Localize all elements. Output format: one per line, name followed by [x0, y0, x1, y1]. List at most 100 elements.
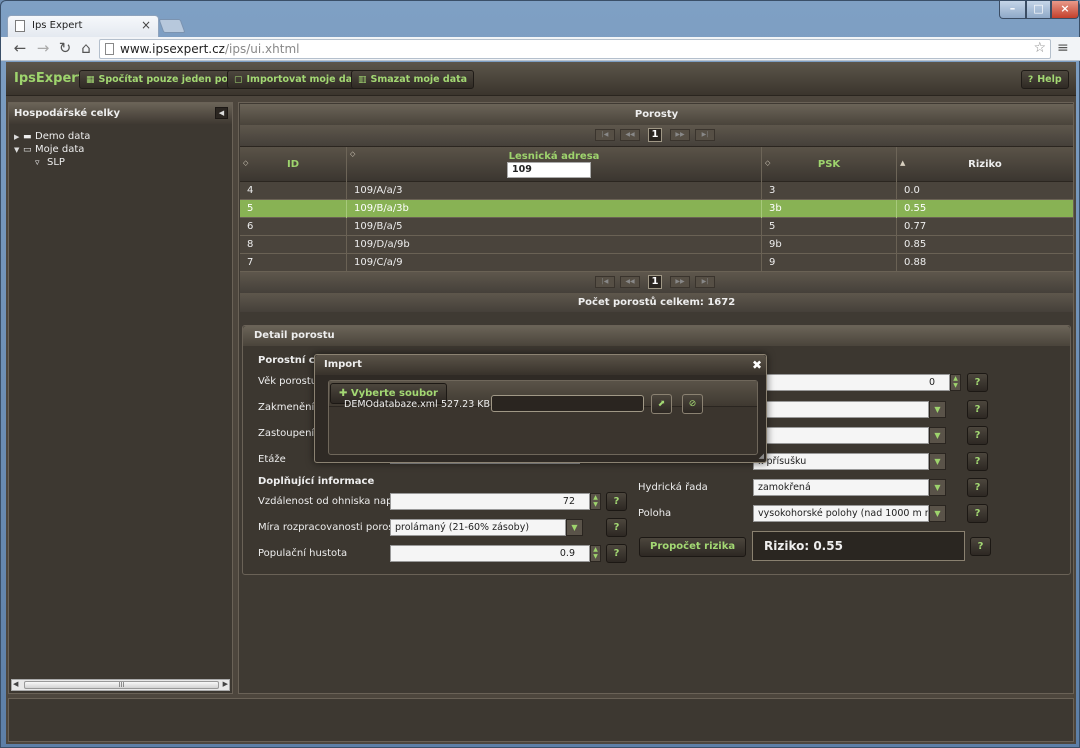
last-page-icon[interactable]: ▶|	[695, 276, 715, 288]
prev-page-icon[interactable]: ◀◀	[620, 276, 640, 288]
tab-title: Ips Expert	[32, 20, 83, 31]
risk-result: Riziko: 0.55	[752, 531, 965, 561]
age-spinner[interactable]: ▲ ▼	[950, 374, 961, 391]
help-button[interactable]: ?	[970, 537, 991, 556]
scroll-left-icon[interactable]: ◀	[13, 680, 18, 688]
hydric-select[interactable]: zamokřená	[753, 479, 929, 496]
reload-icon[interactable]: ↻	[56, 39, 74, 57]
chevron-down-icon[interactable]: ▼	[929, 427, 946, 444]
tree-node-slp[interactable]: ▿ SLP	[14, 156, 232, 169]
table-row[interactable]: 4 109/A/a/3 3 0.0	[240, 182, 1073, 200]
col-address[interactable]: ◇ Lesnická adresa 109	[347, 147, 762, 183]
tree: ▶ ▬ Demo data ▼ ▭ Moje data ▿ SLP	[9, 124, 232, 169]
import-button[interactable]: ▢ Importovat moje data	[227, 70, 371, 89]
stocking-label: Zakmenění	[258, 402, 315, 413]
tree-node-moje[interactable]: ▼ ▭ Moje data	[14, 143, 232, 156]
browser-toolbar: ← → ↻ ⌂ www.ipsexpert.cz/ips/ui.xhtml ☆ …	[1, 37, 1080, 61]
help-button[interactable]: ?	[967, 373, 988, 392]
pager-bottom: |◀ ◀◀ 1 ▶▶ ▶|	[240, 272, 1073, 293]
share-label: Zastoupení	[258, 428, 315, 439]
new-tab-button[interactable]	[158, 19, 186, 33]
trash-icon: ▥	[358, 75, 367, 85]
share-select[interactable]	[753, 427, 929, 444]
bookmark-star-icon[interactable]: ☆	[1033, 40, 1046, 56]
calc-risk-button[interactable]: Propočet rizika	[639, 537, 747, 557]
maximize-button[interactable]: □	[1026, 1, 1051, 19]
table-row[interactable]: 8 109/D/a/9b 9b 0.85	[240, 236, 1073, 254]
help-button[interactable]: ?	[967, 452, 988, 471]
file-size: 527.23 KB	[441, 399, 491, 410]
help-button[interactable]: ?	[967, 504, 988, 523]
close-icon[interactable]: ✖	[752, 355, 762, 375]
table-row[interactable]: 6 109/B/a/5 5 0.77	[240, 218, 1073, 236]
help-button[interactable]: ?	[967, 400, 988, 419]
horizontal-scrollbar[interactable]: ◀ III ▶	[11, 679, 230, 691]
next-page-icon[interactable]: ▶▶	[670, 129, 690, 141]
stage-select[interactable]: k přísušku	[753, 453, 929, 470]
col-psk[interactable]: ◇ PSK	[762, 147, 897, 183]
cancel-icon[interactable]: ⊘	[682, 394, 703, 414]
density-label: Populační hustota	[258, 548, 348, 559]
position-select[interactable]: vysokohorské polohy (nad 1000 m n.m.)	[753, 505, 929, 522]
page-icon	[15, 20, 25, 32]
hydric-label: Hydrická řada	[638, 482, 708, 493]
help-button[interactable]: ? Help	[1021, 70, 1069, 89]
rate-select[interactable]: prolámaný (21-60% zásoby)	[390, 519, 566, 536]
footer-panel	[8, 698, 1074, 742]
help-button[interactable]: ?	[967, 478, 988, 497]
collapse-icon[interactable]: ◀	[215, 107, 228, 119]
folder-open-icon: ▭	[23, 145, 32, 155]
left-panel: Hospodářské celky ◀ ▶ ▬ Demo data ▼ ▭ Moje d…	[8, 102, 233, 694]
help-icon: ?	[1028, 75, 1034, 85]
tree-node-demo[interactable]: ▶ ▬ Demo data	[14, 130, 232, 143]
scroll-thumb[interactable]: III	[24, 681, 219, 689]
help-button[interactable]: ?	[606, 518, 627, 537]
page-number[interactable]: 1	[648, 275, 662, 289]
distance-input[interactable]: 72	[390, 493, 590, 510]
page-number[interactable]: 1	[648, 128, 662, 142]
density-spinner[interactable]: ▲ ▼	[590, 545, 601, 562]
resize-grip-icon[interactable]: ◢	[759, 452, 764, 460]
address-bar[interactable]: www.ipsexpert.cz/ips/ui.xhtml ☆	[99, 39, 1051, 59]
browser-tab[interactable]: Ips Expert ×	[7, 15, 159, 37]
stocking-select[interactable]	[753, 401, 929, 418]
first-page-icon[interactable]: |◀	[595, 129, 615, 141]
pager-top: |◀ ◀◀ 1 ▶▶ ▶|	[240, 125, 1073, 146]
help-button[interactable]: ?	[967, 426, 988, 445]
close-tab-icon[interactable]: ×	[141, 18, 151, 32]
upload-icon[interactable]: ⬈	[651, 394, 672, 414]
home-icon[interactable]: ⌂	[77, 39, 95, 57]
delete-button[interactable]: ▥ Smazat moje data	[351, 70, 475, 89]
file-icon: ▢	[234, 75, 243, 85]
menu-icon[interactable]: ≡	[1057, 40, 1071, 56]
position-label: Poloha	[638, 508, 672, 519]
table-row-selected[interactable]: 5 109/B/a/3b 3b 0.55	[240, 200, 1073, 218]
chevron-down-icon[interactable]: ▼	[929, 453, 946, 470]
scroll-right-icon[interactable]: ▶	[223, 680, 228, 688]
back-icon[interactable]: ←	[11, 39, 29, 57]
help-button[interactable]: ?	[606, 544, 627, 563]
col-risk[interactable]: ▲ Riziko	[897, 147, 1073, 183]
col-id[interactable]: ◇ ID	[240, 147, 347, 183]
chevron-down-icon[interactable]: ▼	[566, 519, 583, 536]
table-row[interactable]: 7 109/C/a/9 9 0.88	[240, 254, 1073, 272]
chevron-down-icon[interactable]: ▼	[929, 479, 946, 496]
density-input[interactable]: 0.9	[390, 545, 590, 562]
help-button[interactable]: ?	[606, 492, 627, 511]
address-filter-input[interactable]: 109	[507, 162, 591, 178]
collapse-node-icon[interactable]: ▼	[14, 144, 23, 157]
age-input[interactable]: 0	[753, 374, 950, 391]
tab-strip: Ips Expert × – □ ×	[1, 1, 1080, 37]
last-page-icon[interactable]: ▶|	[695, 129, 715, 141]
close-window-button[interactable]: ×	[1051, 1, 1079, 19]
prev-page-icon[interactable]: ◀◀	[620, 129, 640, 141]
next-page-icon[interactable]: ▶▶	[670, 276, 690, 288]
first-page-icon[interactable]: |◀	[595, 276, 615, 288]
distance-spinner[interactable]: ▲ ▼	[590, 493, 601, 510]
forward-icon[interactable]: →	[34, 39, 52, 57]
chevron-down-icon[interactable]: ▼	[929, 401, 946, 418]
chevron-down-icon[interactable]: ▼	[929, 505, 946, 522]
total-count: Počet porostů celkem: 1672	[240, 293, 1073, 312]
minimize-button[interactable]: –	[999, 1, 1026, 19]
import-dialog: Import ✖ ✚ Vyberte soubor DEMOdatabaze.x…	[314, 354, 767, 463]
